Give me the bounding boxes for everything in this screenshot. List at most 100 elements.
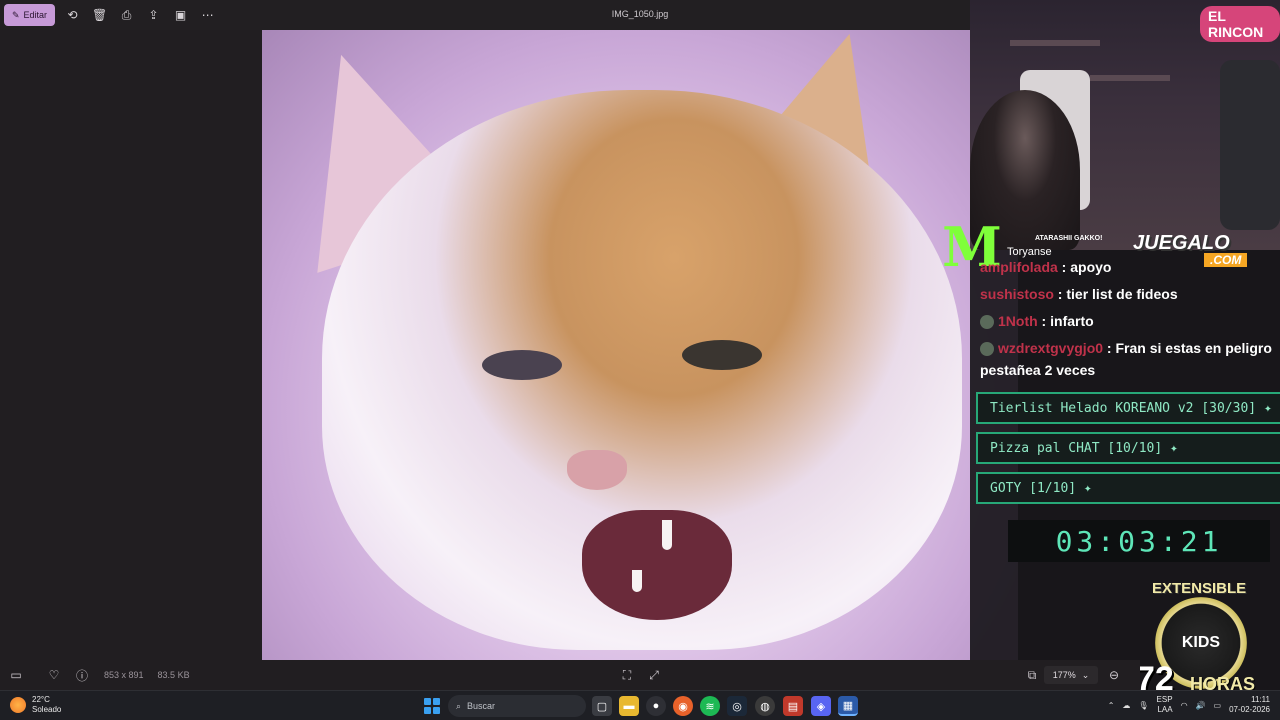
chevron-down-icon: ⌄ (1081, 669, 1090, 680)
cat-mouth (582, 510, 732, 620)
network-icon[interactable]: ☁ (1122, 701, 1130, 710)
screen: ✎ Editar ⟲ 🗑 ⎙ ⇪ ▣ ⋯ IMG_1050.jpg EL RIN… (0, 0, 1280, 720)
slideshow-icon[interactable]: ▣ (167, 4, 194, 26)
chat-username: 1Noth (998, 313, 1038, 329)
filmstrip-icon[interactable]: ▭ (2, 664, 30, 686)
lang-bottom: LAA (1157, 705, 1173, 714)
clock[interactable]: 11:11 07-02-2026 (1229, 695, 1270, 715)
stream-timer: 03:03:21 (1008, 520, 1270, 562)
user-avatar (980, 315, 994, 330)
chat-username: amplifolada (980, 259, 1058, 275)
favorite-heart-icon[interactable]: ♡ (40, 664, 68, 686)
sparkle-icon: ✦ (1083, 480, 1092, 496)
search-icon: ⌕ (456, 700, 462, 711)
fit-to-window-icon[interactable]: ⛶ (613, 664, 641, 686)
lang-top: ESP (1156, 695, 1173, 704)
goal-item: Tierlist Helado KOREANO v2 [30/30] ✦ (976, 392, 1280, 424)
edit-label: Editar (23, 10, 48, 20)
webcam-feed: EL RINCON (970, 0, 1280, 250)
extensible-label: EXTENSIBLE (1152, 580, 1247, 597)
firefox-icon[interactable]: ◉ (673, 696, 693, 716)
sparkle-icon: ✦ (1263, 400, 1272, 416)
date: 07-02-2026 (1229, 705, 1270, 714)
task-view-icon[interactable]: ▢ (592, 696, 612, 716)
file-name: IMG_1050.jpg (611, 9, 669, 19)
stream-overlay: EL RINCON M ATARASHII GAKKO! Toryanse JU… (942, 0, 1280, 720)
battery-icon[interactable]: ▭ (1214, 701, 1222, 710)
cat-head (322, 90, 962, 650)
zoom-dropdown[interactable]: 177% ⌄ (1044, 666, 1098, 684)
goal-item: GOTY [1/10] ✦ (976, 472, 1280, 504)
windows-start-icon[interactable] (424, 698, 440, 714)
file-explorer-icon[interactable]: ▬ (619, 696, 639, 716)
wifi-icon[interactable]: ◠ (1181, 701, 1188, 710)
photos-bottom-bar: ▭ ♡ ⓘ 853 x 891 83.5 KB ⛶ ⤢ ⧉ 177% ⌄ ⊖ (0, 660, 1140, 690)
chat-message: sushistoso : tier list de fideos (980, 286, 1178, 302)
image-viewer (0, 30, 1018, 660)
search-placeholder: Buscar (467, 701, 496, 711)
github-icon[interactable]: ● (646, 696, 666, 716)
discord-icon[interactable]: ◈ (811, 696, 831, 716)
zoom-value: 177% (1052, 670, 1076, 680)
badge-text: KIDS (1181, 634, 1221, 651)
temperature: 22°C (32, 695, 50, 704)
media-app-icon[interactable]: ▤ (783, 696, 803, 716)
chat-username: sushistoso (980, 286, 1054, 302)
shelf (1010, 40, 1100, 46)
cat-tooth (632, 570, 642, 592)
chat-username: wzdrextgvygjo0 (998, 340, 1104, 356)
volume-icon[interactable]: 🔊 (1196, 701, 1206, 710)
goal-label: GOTY [1/10] (990, 480, 1077, 496)
print-icon[interactable]: ⎙ (113, 4, 140, 26)
chat-text: infarto (1050, 313, 1094, 329)
photos-toolbar: ✎ Editar ⟲ 🗑 ⎙ ⇪ ▣ ⋯ IMG_1050.jpg (0, 0, 970, 30)
actual-size-icon[interactable]: ⤢ (640, 664, 668, 686)
zoom-out-icon[interactable]: ⊖ (1100, 664, 1128, 686)
juegalo-logo: JUEGALO (1133, 232, 1230, 254)
goal-label: Tierlist Helado KOREANO v2 [30/30] (990, 400, 1257, 416)
microphone-icon[interactable]: 🎙 (1138, 701, 1148, 710)
neon-sign: EL RINCON (1200, 6, 1280, 42)
cat-nose (567, 450, 627, 490)
shelf (1090, 75, 1170, 81)
cat-eye-left (482, 350, 562, 380)
edit-button[interactable]: ✎ Editar (4, 4, 56, 26)
windows-taskbar: 22°C Soleado ⌕ Buscar ▢ ▬ ● ◉ ≋ ◎ ◍ ▤ ◈ … (0, 690, 1280, 720)
chat-message: 1Noth : infarto (976, 308, 1280, 335)
more-options-icon[interactable]: ⋯ (194, 4, 221, 26)
share-icon[interactable]: ⇪ (140, 4, 167, 26)
language-indicator[interactable]: ESP LAA (1157, 695, 1173, 715)
dimensions-text: 853 x 891 (104, 670, 144, 680)
rotate-icon[interactable]: ⟲ (59, 4, 86, 26)
song-artist: ATARASHII GAKKO! (1035, 235, 1103, 242)
weather-widget[interactable]: 22°C Soleado (10, 695, 61, 715)
cat-eye-right (682, 340, 762, 370)
taskbar-search[interactable]: ⌕ Buscar (448, 695, 586, 717)
sparkle-icon: ✦ (1170, 440, 1178, 456)
image-meta: 853 x 891 83.5 KB (104, 670, 190, 680)
chat-message: wzdrextgvygjo0 : Fran si estas en peligr… (980, 340, 1272, 378)
cat-photo[interactable] (262, 30, 1018, 660)
chat-text: apoyo (1070, 259, 1112, 275)
chevron-up-icon[interactable]: ⌃ (1108, 701, 1115, 710)
edit-icon: ✎ (12, 9, 20, 20)
chat-box: amplifolada : apoyo sushistoso : tier li… (976, 254, 1280, 381)
user-avatar (980, 342, 994, 357)
system-tray: ⌃ ☁ 🎙 ESP LAA ◠ 🔊 ▭ 11:11 07-02-2026 (1108, 695, 1270, 715)
spotify-icon[interactable]: ≋ (700, 696, 720, 716)
steam-icon[interactable]: ◎ (727, 696, 747, 716)
delete-icon[interactable]: 🗑 (86, 4, 113, 26)
file-size-text: 83.5 KB (157, 670, 190, 680)
sun-icon (10, 697, 26, 713)
fullscreen-icon[interactable]: ⧉ (1018, 664, 1046, 686)
info-icon[interactable]: ⓘ (68, 664, 96, 686)
obs-icon[interactable]: ◍ (755, 696, 775, 716)
time: 11:11 (1251, 695, 1270, 704)
weather-condition: Soleado (32, 705, 62, 714)
chat-message: amplifolada : apoyo (980, 259, 1112, 275)
chat-text: tier list de fideos (1066, 286, 1178, 302)
goal-item: Pizza pal CHAT [10/10] ✦ (976, 432, 1280, 464)
goal-label: Pizza pal CHAT [10/10] (990, 440, 1163, 456)
gaming-chair (1220, 60, 1280, 230)
photos-app-icon[interactable]: ▦ (838, 696, 858, 716)
